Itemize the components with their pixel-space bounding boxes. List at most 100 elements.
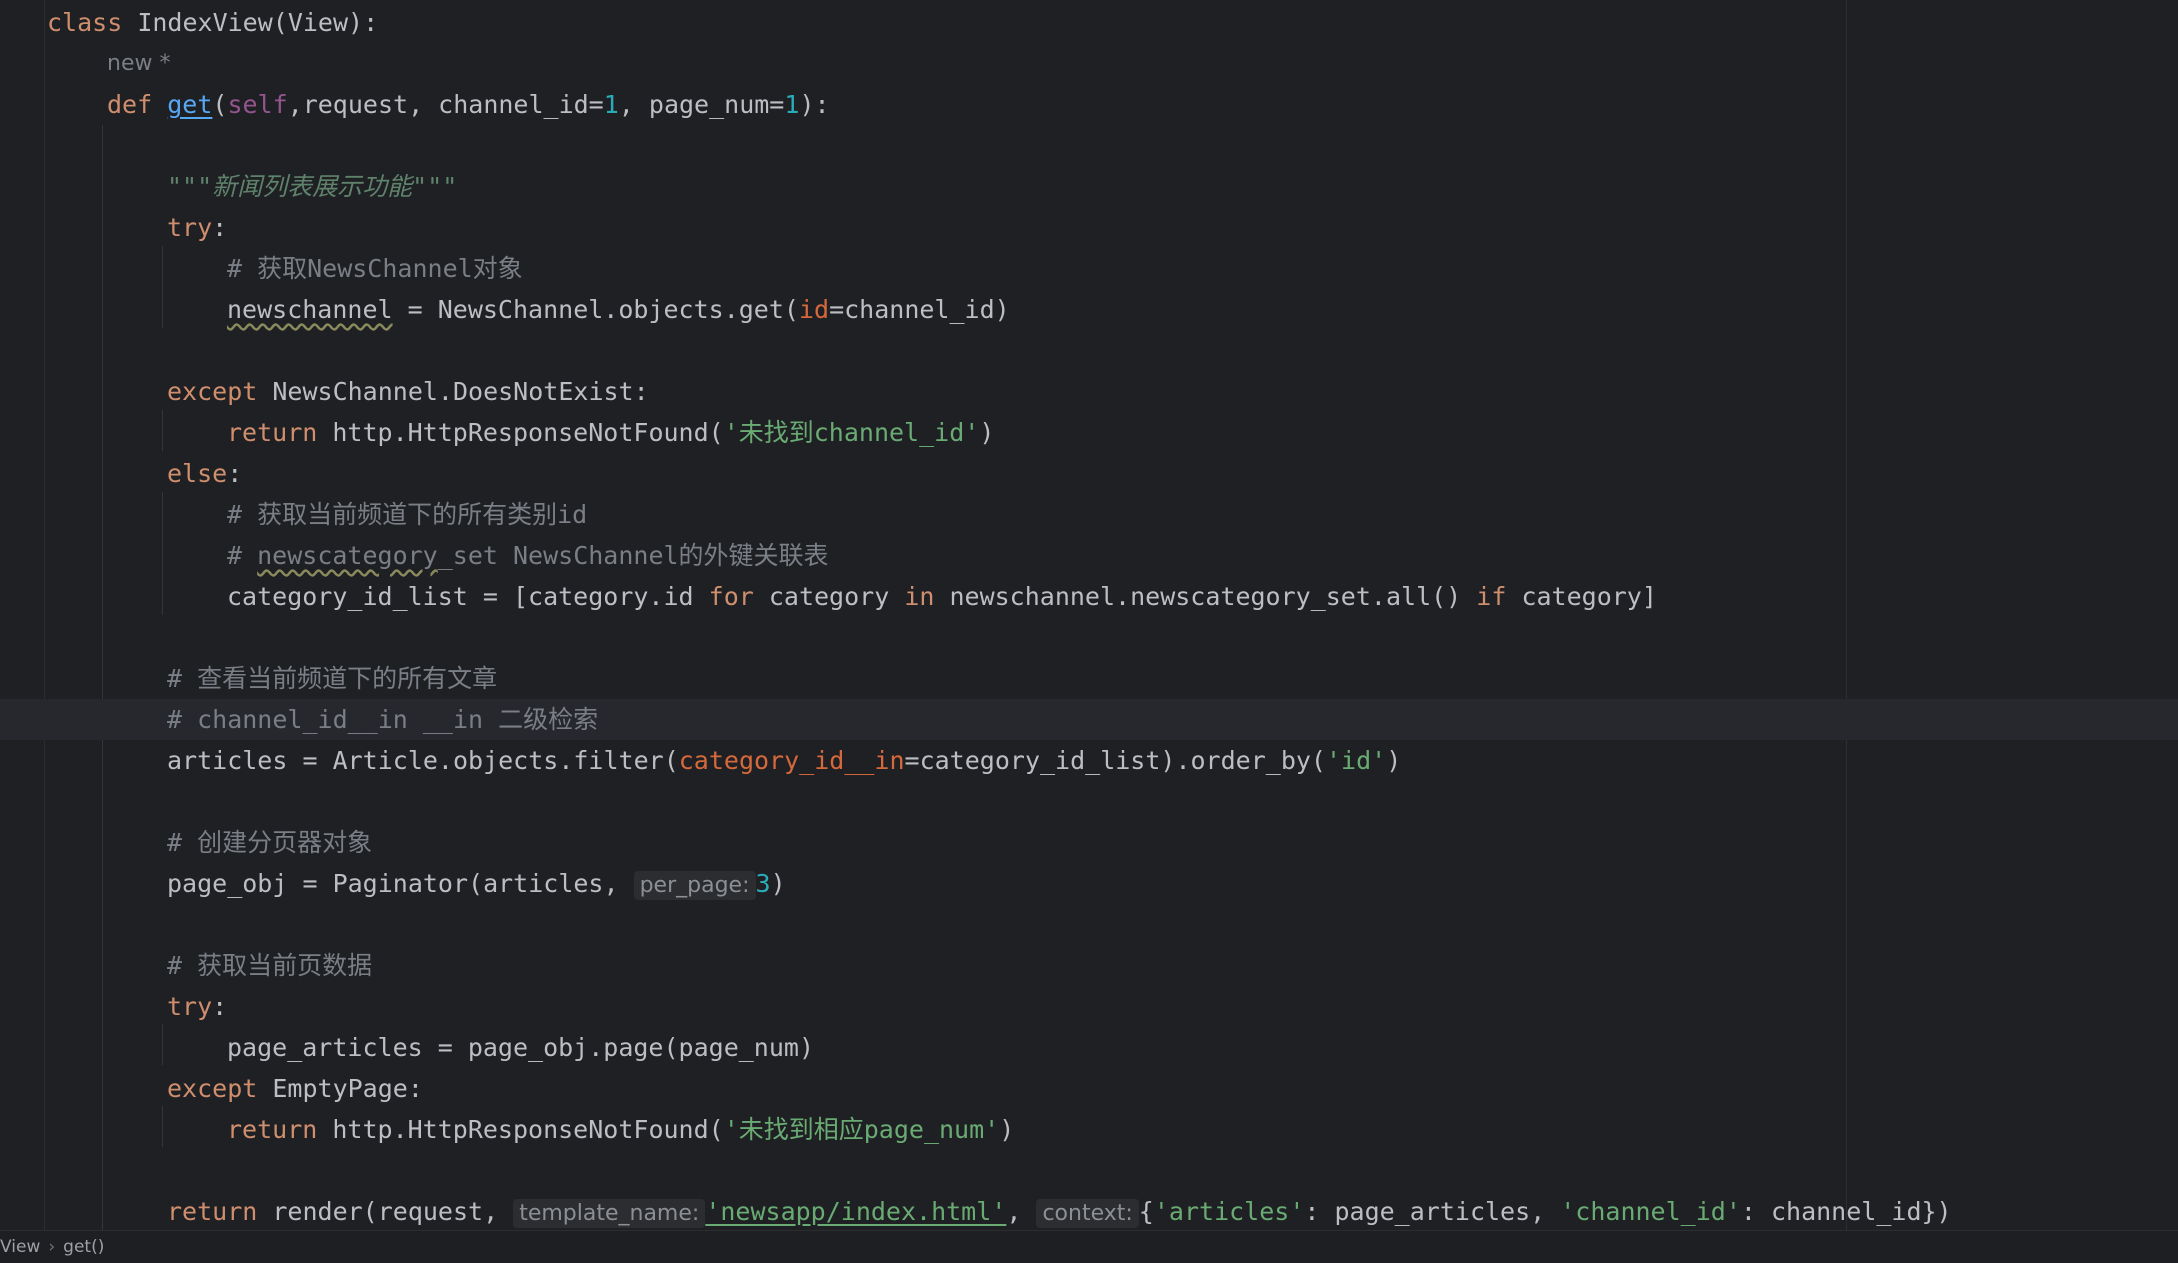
code-text: =channel_id) <box>829 295 1010 324</box>
code-text: ) <box>979 418 995 447</box>
code-text: ) <box>1386 746 1402 775</box>
code-text: NewsChannel.DoesNotExist: <box>257 377 649 406</box>
code-line[interactable]: except EmptyPage: <box>0 1068 2178 1109</box>
keyword: else <box>167 459 228 488</box>
code-text: , <box>1006 1197 1037 1226</box>
string-literal: '未找到相应page_num' <box>723 1115 1000 1144</box>
string-literal: 'articles' <box>1153 1197 1305 1226</box>
keyword: class <box>47 8 123 37</box>
breadcrumb-item-class[interactable]: View <box>0 1231 40 1263</box>
function-name[interactable]: get <box>167 90 212 119</box>
code-text: , page_num= <box>618 90 785 119</box>
variable-warning[interactable]: newschannel <box>227 295 393 324</box>
code-text: EmptyPage: <box>257 1074 423 1103</box>
code-line[interactable]: return http.HttpResponseNotFound('未找到cha… <box>0 412 2178 453</box>
code-text: http.HttpResponseNotFound( <box>317 418 724 447</box>
keyword: def <box>107 90 153 119</box>
code-line[interactable]: page_obj = Paginator(articles, per_page:… <box>0 863 2178 904</box>
usage-inlay-hint[interactable]: new * <box>107 43 170 84</box>
keyword: return <box>227 418 318 447</box>
comment: # 获取当前页数据 <box>167 951 373 980</box>
keyword: except <box>167 1074 258 1103</box>
code-line[interactable]: def get(self,request, channel_id=1, page… <box>0 84 2178 125</box>
code-line[interactable]: # 创建分页器对象 <box>0 822 2178 863</box>
code-text: newschannel.newscategory_set.all() <box>934 582 1477 611</box>
keyword-argument: id <box>798 295 830 324</box>
code-line[interactable]: newschannel = NewsChannel.objects.get(id… <box>0 289 2178 330</box>
code-text: ) <box>770 869 786 898</box>
code-text: : <box>212 992 228 1021</box>
code-line[interactable]: try: <box>0 986 2178 1027</box>
comment: # 获取NewsChannel对象 <box>227 254 523 283</box>
keyword: return <box>227 1115 318 1144</box>
breadcrumb-item-method[interactable]: get() <box>63 1231 104 1263</box>
code-text: category] <box>1506 582 1657 611</box>
comment-typo-warning[interactable]: newscategory <box>257 541 438 570</box>
code-text: page_obj = Paginator(articles, <box>167 869 634 898</box>
code-line[interactable]: category_id_list = [category.id for cate… <box>0 576 2178 617</box>
code-line[interactable]: try: <box>0 207 2178 248</box>
code-line[interactable]: # 获取当前频道下的所有类别id <box>0 494 2178 535</box>
code-text: category_id_list = [category.id <box>227 582 709 611</box>
string-literal: 'id' <box>1325 746 1387 775</box>
code-line[interactable]: # 查看当前频道下的所有文章 <box>0 658 2178 699</box>
number-literal: 3 <box>755 869 771 898</box>
keyword: except <box>167 377 258 406</box>
code-line[interactable]: page_articles = page_obj.page(page_num) <box>0 1027 2178 1068</box>
keyword: for <box>708 582 754 611</box>
keyword: in <box>904 582 935 611</box>
code-line[interactable]: # newscategory_set NewsChannel的外键关联表 <box>0 535 2178 576</box>
string-literal: '未找到channel_id' <box>723 418 980 447</box>
code-line[interactable]: return http.HttpResponseNotFound('未找到相应p… <box>0 1109 2178 1150</box>
parameter-hint: context: <box>1036 1199 1139 1228</box>
comment: # <box>227 541 258 570</box>
keyword: try <box>167 213 213 242</box>
code-line[interactable]: articles = Article.objects.filter(catego… <box>0 740 2178 781</box>
keyword-argument: category_id__in <box>678 746 905 775</box>
keyword: try <box>167 992 213 1021</box>
code-text: ): <box>799 90 830 119</box>
code-text: ,request, channel_id= <box>287 90 604 119</box>
number-literal: 1 <box>603 90 619 119</box>
code-line[interactable]: except NewsChannel.DoesNotExist: <box>0 371 2178 412</box>
code-text: : channel_id}) <box>1740 1197 1952 1226</box>
comment: _set NewsChannel的外键关联表 <box>437 541 829 570</box>
breadcrumb: View › get() <box>0 1230 2178 1263</box>
code-text: : <box>227 459 243 488</box>
code-line[interactable]: return render(request, template_name:'ne… <box>0 1191 2178 1230</box>
code-text: IndexView(View): <box>122 8 379 37</box>
comment: # 创建分页器对象 <box>167 828 373 857</box>
code-text: ) <box>999 1115 1015 1144</box>
code-line[interactable]: class IndexView(View): <box>0 2 2178 43</box>
template-path-link[interactable]: 'newsapp/index.html' <box>705 1197 1006 1226</box>
self-param: self <box>227 90 288 119</box>
parameter-hint: per_page: <box>633 871 756 900</box>
code-text: render(request, <box>257 1197 514 1226</box>
code-text: { <box>1138 1197 1154 1226</box>
code-text: = NewsChannel.objects.get( <box>392 295 799 324</box>
code-line[interactable]: """新闻列表展示功能""" <box>0 166 2178 207</box>
docstring: """新闻列表展示功能""" <box>167 172 458 201</box>
keyword: if <box>1476 582 1507 611</box>
comment: # channel_id__in __in 二级检索 <box>167 705 599 734</box>
code-text: page_articles = page_obj.page(page_num) <box>227 1033 814 1062</box>
number-literal: 1 <box>784 90 800 119</box>
current-code-line[interactable]: # channel_id__in __in 二级检索 <box>0 699 2178 740</box>
code-text: : <box>212 213 228 242</box>
code-line[interactable]: new * <box>0 43 2178 84</box>
code-line[interactable]: # 获取当前页数据 <box>0 945 2178 986</box>
string-literal: 'channel_id' <box>1560 1197 1741 1226</box>
code-text: http.HttpResponseNotFound( <box>317 1115 724 1144</box>
parameter-hint: template_name: <box>513 1199 706 1228</box>
chevron-right-icon: › <box>48 1237 56 1257</box>
code-line[interactable]: # 获取NewsChannel对象 <box>0 248 2178 289</box>
code-text: : page_articles, <box>1304 1197 1561 1226</box>
code-text: articles = Article.objects.filter( <box>167 746 679 775</box>
keyword: return <box>167 1197 258 1226</box>
code-line[interactable]: else: <box>0 453 2178 494</box>
code-text: category <box>753 582 905 611</box>
code-text: =category_id_list).order_by( <box>904 746 1326 775</box>
comment: # 查看当前频道下的所有文章 <box>167 664 498 693</box>
code-editor[interactable]: class IndexView(View): new * def get(sel… <box>0 0 2178 1230</box>
comment: # 获取当前频道下的所有类别id <box>227 500 588 529</box>
